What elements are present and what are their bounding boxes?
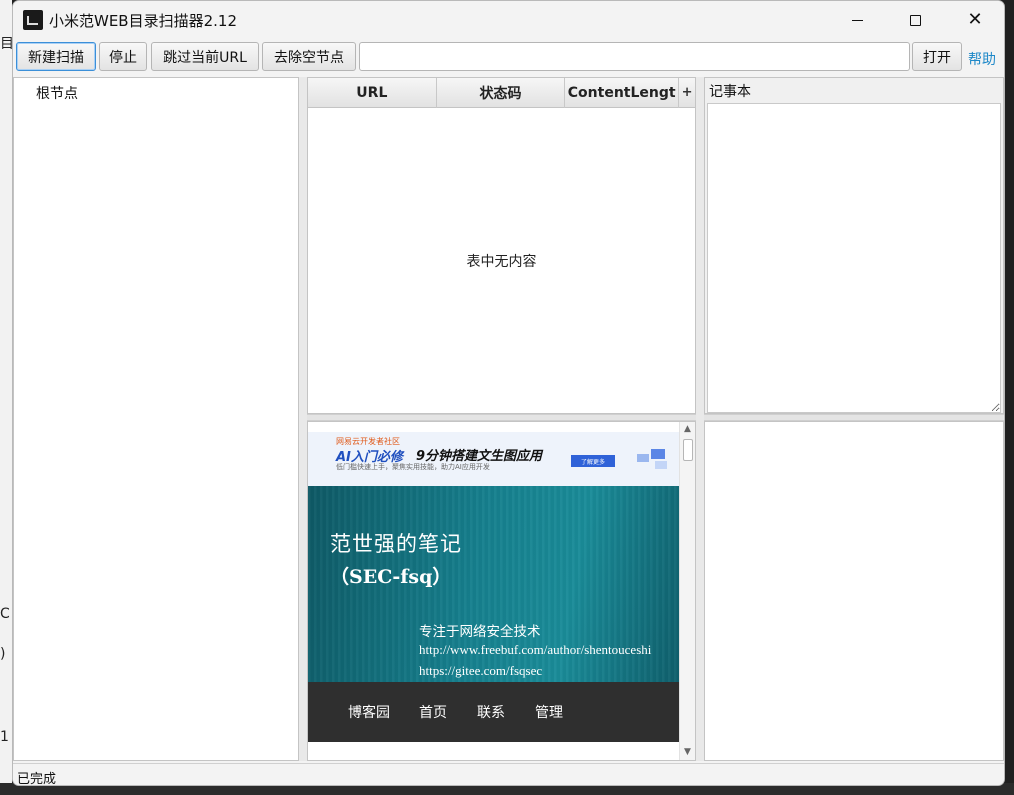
new-scan-button[interactable]: 新建扫描 — [16, 42, 96, 71]
app-window: 小米范WEB目录扫描器2.12 ✕ 新建扫描 停止 跳过当前URL 去除空节点 … — [12, 0, 1005, 786]
blog-url-freebuf[interactable]: http://www.freebuf.com/author/shentouces… — [419, 642, 651, 658]
title-bar[interactable]: 小米范WEB目录扫描器2.12 ✕ — [13, 1, 1004, 39]
add-column-icon[interactable]: + — [679, 78, 695, 107]
status-text: 已完成 — [17, 772, 57, 786]
window-title: 小米范WEB目录扫描器2.12 — [49, 12, 237, 30]
table-empty-message: 表中无内容 — [466, 254, 537, 270]
blog-nav-item[interactable]: 联系 — [477, 702, 505, 722]
desktop-background-left: 目 C ) 1 — [0, 0, 14, 795]
notepad-label: 记事本 — [709, 84, 751, 100]
splitter-left[interactable] — [299, 77, 307, 761]
scroll-down-icon[interactable]: ▼ — [684, 747, 691, 757]
ad-banner[interactable]: 网易云开发者社区 AI入门必修 9分钟搭建文生图应用 低门槛快速上手，聚焦实用技… — [308, 432, 679, 486]
desktop-fragment: ) — [0, 646, 6, 662]
url-input[interactable] — [359, 42, 910, 71]
notepad-textarea[interactable] — [707, 103, 1001, 413]
blog-banner: 范世强的笔记 （SEC-fsq） 专注于网络安全技术 http://www.fr… — [308, 486, 679, 682]
toolbar: 新建扫描 停止 跳过当前URL 去除空节点 打开 帮助 — [13, 39, 1004, 75]
app-icon — [23, 10, 43, 30]
close-icon: ✕ — [967, 9, 983, 30]
minimize-button[interactable] — [828, 1, 886, 39]
column-header-url[interactable]: URL — [308, 78, 437, 108]
column-header-content-length[interactable]: ContentLengt — [565, 78, 680, 108]
blog-nav-item[interactable]: 管理 — [535, 702, 563, 722]
preview-scrollbar[interactable]: ▲ ▼ — [679, 422, 695, 760]
blog-nav-item[interactable]: 首页 — [419, 702, 447, 722]
results-table: URL 状态码 ContentLengt + 表中无内容 — [307, 77, 696, 414]
splitter-right[interactable] — [696, 77, 704, 761]
directory-tree[interactable]: 根节点 — [13, 77, 299, 761]
ad-button[interactable]: 了解更多 — [571, 455, 615, 467]
blog-subtitle: （SEC-fsq） — [330, 566, 452, 588]
maximize-icon — [909, 14, 921, 26]
detail-panel[interactable] — [704, 421, 1004, 761]
close-button[interactable]: ✕ — [946, 1, 1004, 39]
blog-title: 范世强的笔记 — [330, 532, 462, 556]
splitter-middle[interactable] — [307, 414, 696, 421]
status-bar: 已完成 — [13, 763, 1004, 786]
blog-nav: 博客园 首页 联系 管理 — [308, 682, 679, 742]
ad-decoration-icon — [637, 449, 667, 469]
table-header: URL 状态码 ContentLengt + — [308, 78, 695, 108]
notepad-panel: 记事本 — [704, 77, 1004, 414]
skip-url-button[interactable]: 跳过当前URL — [151, 42, 259, 71]
ad-subtitle: 低门槛快速上手，聚焦实用技能，助力AI应用开发 — [336, 463, 490, 471]
web-preview[interactable]: 网易云开发者社区 AI入门必修 9分钟搭建文生图应用 低门槛快速上手，聚焦实用技… — [307, 421, 696, 761]
blog-url-gitee[interactable]: https://gitee.com/fsqsec — [419, 663, 542, 679]
maximize-button[interactable] — [886, 1, 944, 39]
desktop-fragment: 1 — [0, 729, 9, 745]
desktop-fragment: C — [0, 606, 10, 622]
remove-empty-nodes-button[interactable]: 去除空节点 — [262, 42, 356, 71]
stop-button[interactable]: 停止 — [99, 42, 147, 71]
tree-root-node[interactable]: 根节点 — [36, 83, 78, 103]
scroll-thumb[interactable] — [683, 439, 693, 461]
blog-description: 专注于网络安全技术 — [419, 624, 541, 640]
help-link[interactable]: 帮助 — [968, 49, 996, 69]
open-button[interactable]: 打开 — [912, 42, 962, 71]
blog-nav-item[interactable]: 博客园 — [348, 702, 390, 722]
column-header-status-code[interactable]: 状态码 — [437, 78, 566, 108]
minimize-icon — [851, 19, 863, 21]
splitter-right-horizontal[interactable] — [704, 414, 1004, 421]
scroll-up-icon[interactable]: ▲ — [684, 424, 691, 434]
